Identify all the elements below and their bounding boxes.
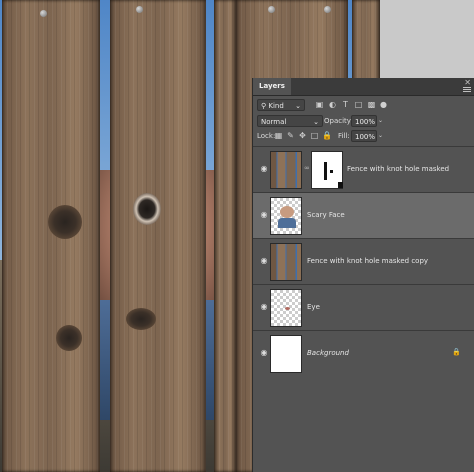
layer-thumbnail: [270, 335, 302, 373]
visibility-eye-icon[interactable]: ◉: [258, 347, 270, 359]
lock-artboard-icon[interactable]: □: [310, 131, 319, 140]
blend-mode-select[interactable]: Normal ⌄: [257, 115, 323, 127]
layer-name: Background: [307, 349, 349, 357]
opacity-field[interactable]: 100%: [351, 115, 377, 127]
peeking-eye: [133, 193, 161, 225]
layer-name: Scary Face: [307, 211, 345, 219]
panel-menu-icon[interactable]: [463, 87, 471, 93]
lock-image-pixels-icon[interactable]: ✎: [286, 131, 295, 140]
wood-knot: [126, 308, 156, 330]
visibility-eye-icon[interactable]: ◉: [258, 301, 270, 313]
filter-kind-label: Kind: [268, 102, 284, 110]
opacity-label: Opacity:: [324, 117, 353, 125]
mask-link-icon[interactable]: ∞: [304, 164, 310, 172]
layer-row-scary-face[interactable]: ◉ Scary Face: [253, 192, 474, 238]
mask-knot-mark: [324, 162, 327, 180]
nail-head: [40, 10, 47, 17]
opacity-slider-caret[interactable]: ⌄: [378, 115, 386, 127]
layer-thumbnail: [270, 151, 302, 189]
nail-head: [324, 6, 331, 13]
tab-layers[interactable]: Layers: [253, 78, 291, 95]
nail-head: [136, 6, 143, 13]
fence-plank: [2, 0, 100, 472]
mask-knot-mark: [338, 182, 343, 188]
layer-mask-thumbnail[interactable]: [311, 151, 343, 189]
wood-knot: [56, 325, 82, 351]
layer-row-fence-copy[interactable]: ◉ Fence with knot hole masked copy: [253, 238, 474, 284]
adjustment-filter-icon[interactable]: ◐: [328, 100, 337, 109]
lock-position-icon[interactable]: ✥: [298, 131, 307, 140]
lock-label: Lock:: [257, 132, 276, 140]
layer-row-fence-masked[interactable]: ◉ ∞ Fence with knot hole masked: [253, 146, 474, 192]
layer-name: Fence with knot hole masked copy: [307, 257, 429, 265]
filter-kind-select[interactable]: ⚲ Kind ⌄: [257, 99, 305, 111]
fill-field[interactable]: 100%: [351, 130, 377, 142]
shape-filter-icon[interactable]: □: [354, 100, 363, 109]
layer-thumbnail: [270, 243, 302, 281]
face-thumbnail-body: [278, 218, 296, 228]
lock-all-icon[interactable]: 🔒: [322, 131, 332, 140]
fence-plank: [110, 0, 206, 472]
visibility-eye-icon[interactable]: ◉: [258, 163, 270, 175]
nail-head: [268, 6, 275, 13]
chevron-down-icon: ⌄: [295, 102, 301, 110]
type-filter-icon[interactable]: T: [341, 100, 350, 109]
fence-plank: [214, 0, 236, 472]
layer-thumbnail: [270, 197, 302, 235]
image-filter-icon[interactable]: ▣: [315, 100, 324, 109]
mask-knot-mark: [330, 170, 333, 173]
layer-thumbnail: [270, 289, 302, 327]
lock-row: Lock: ▦ ✎ ✥ □ 🔒 Fill: 100% ⌄: [253, 127, 474, 145]
knot-hole: [48, 205, 82, 239]
layer-name: Fence with knot hole masked: [347, 165, 450, 173]
lock-transparent-pixels-icon[interactable]: ▦: [274, 131, 283, 140]
search-icon: ⚲: [261, 102, 267, 110]
layer-row-eye[interactable]: ◉ Eye: [253, 284, 474, 330]
layer-name: Eye: [307, 303, 320, 311]
blend-mode-value: Normal: [261, 118, 287, 126]
panel-tab-bar: Layers ✕: [253, 78, 474, 96]
eye-thumbnail-mark: [285, 307, 290, 310]
lock-icon: 🔒: [452, 348, 461, 356]
visibility-eye-icon[interactable]: ◉: [258, 209, 270, 221]
workspace-background: [380, 0, 474, 78]
fill-slider-caret[interactable]: ⌄: [378, 130, 386, 142]
close-icon[interactable]: ✕: [464, 79, 471, 87]
filter-toggle-dot-icon[interactable]: ●: [379, 100, 388, 109]
layer-row-background[interactable]: ◉ Background 🔒: [253, 330, 474, 376]
smart-object-filter-icon[interactable]: ▩: [367, 100, 376, 109]
fill-label: Fill:: [338, 132, 350, 140]
visibility-eye-icon[interactable]: ◉: [258, 255, 270, 267]
face-thumbnail-head: [280, 206, 294, 218]
layers-panel: Layers ✕ ⚲ Kind ⌄ ▣ ◐ T □ ▩ ● Normal ⌄ O…: [252, 78, 474, 472]
